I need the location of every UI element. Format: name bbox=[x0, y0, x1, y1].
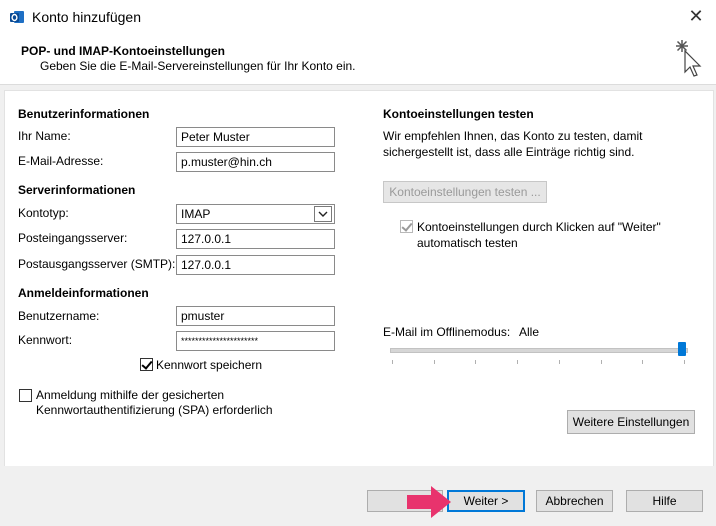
auto-test-label-line1: Kontoeinstellungen durch Klicken auf "We… bbox=[417, 220, 661, 234]
account-type-select[interactable]: IMAP bbox=[176, 204, 335, 224]
slider-tick bbox=[559, 360, 560, 364]
slider-tick bbox=[642, 360, 643, 364]
window-title: Konto hinzufügen bbox=[32, 9, 141, 25]
dropdown-button[interactable] bbox=[314, 206, 332, 222]
remember-password-checkbox[interactable] bbox=[140, 358, 153, 371]
offline-mode-value: Alle bbox=[519, 325, 540, 339]
offline-slider-thumb[interactable] bbox=[678, 342, 686, 356]
slider-tick bbox=[684, 360, 685, 364]
outgoing-server-field[interactable]: 127.0.0.1 bbox=[176, 255, 335, 275]
account-type-value: IMAP bbox=[181, 207, 211, 221]
outgoing-server-label: Postausgangsserver (SMTP): bbox=[18, 257, 176, 271]
offline-slider-track[interactable] bbox=[390, 348, 688, 353]
test-desc-line1: Wir empfehlen Ihnen, das Konto zu testen… bbox=[383, 129, 643, 143]
slider-tick bbox=[434, 360, 435, 364]
user-info-heading: Benutzerinformationen bbox=[18, 107, 150, 121]
test-heading: Kontoeinstellungen testen bbox=[383, 107, 534, 121]
login-info-heading: Anmeldeinformationen bbox=[18, 286, 149, 300]
incoming-server-field[interactable]: 127.0.0.1 bbox=[176, 229, 335, 249]
page-title: POP- und IMAP-Kontoeinstellungen bbox=[21, 44, 225, 58]
page-subtitle: Geben Sie die E-Mail-Servereinstellungen… bbox=[40, 59, 356, 73]
help-button[interactable]: Hilfe bbox=[626, 490, 703, 512]
email-field[interactable]: p.muster@hin.ch bbox=[176, 152, 335, 172]
email-label: E-Mail-Adresse: bbox=[18, 154, 104, 168]
slider-tick bbox=[475, 360, 476, 364]
spa-label-line2: Kennwortauthentifizierung (SPA) erforder… bbox=[36, 403, 273, 417]
close-icon[interactable]: ✕ bbox=[686, 6, 706, 26]
annotation-arrow-icon bbox=[407, 486, 451, 518]
password-field[interactable]: ********************** bbox=[176, 331, 335, 351]
next-button[interactable]: Weiter > bbox=[447, 490, 525, 512]
test-settings-button[interactable]: Kontoeinstellungen testen ... bbox=[383, 181, 547, 203]
username-field[interactable]: pmuster bbox=[176, 306, 335, 326]
slider-tick bbox=[601, 360, 602, 364]
slider-tick bbox=[517, 360, 518, 364]
cursor-sparkle-icon bbox=[676, 40, 702, 77]
test-desc-line2: sichergestellt ist, dass alle Einträge r… bbox=[383, 145, 635, 159]
auto-test-label-line2: automatisch testen bbox=[417, 236, 518, 250]
name-label: Ihr Name: bbox=[18, 129, 71, 143]
account-type-label: Kontotyp: bbox=[18, 206, 69, 220]
remember-password-label: Kennwort speichern bbox=[156, 358, 263, 372]
offline-mode-label: E-Mail im Offlinemodus: bbox=[383, 325, 511, 339]
spa-label-line1: Anmeldung mithilfe der gesicherten bbox=[36, 388, 225, 402]
spa-checkbox[interactable] bbox=[19, 389, 32, 402]
server-info-heading: Serverinformationen bbox=[18, 183, 136, 197]
password-label: Kennwort: bbox=[18, 333, 73, 347]
auto-test-checkbox[interactable] bbox=[400, 220, 413, 233]
more-settings-button[interactable]: Weitere Einstellungen bbox=[567, 410, 695, 434]
name-field[interactable]: Peter Muster bbox=[176, 127, 335, 147]
incoming-server-label: Posteingangsserver: bbox=[18, 231, 128, 245]
username-label: Benutzername: bbox=[18, 309, 100, 323]
chevron-down-icon bbox=[318, 211, 328, 217]
slider-tick bbox=[392, 360, 393, 364]
cancel-button[interactable]: Abbrechen bbox=[536, 490, 613, 512]
outlook-icon bbox=[10, 11, 24, 23]
